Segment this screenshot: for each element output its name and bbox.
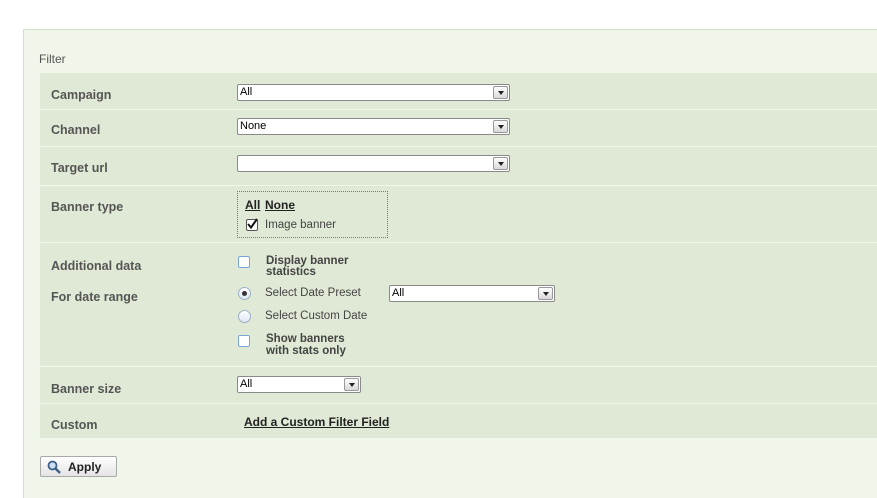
- target-url-label: Target url: [51, 161, 108, 175]
- campaign-label: Campaign: [51, 88, 112, 102]
- custom-date-radio[interactable]: [238, 310, 251, 323]
- apply-button[interactable]: Apply: [40, 456, 117, 477]
- date-preset-select[interactable]: All: [389, 285, 555, 302]
- date-preset-label: Select Date Preset: [265, 287, 361, 299]
- banner-size-select[interactable]: All: [237, 376, 361, 393]
- banner-size-label: Banner size: [51, 382, 122, 396]
- chevron-down-icon: [344, 378, 359, 391]
- image-banner-checkbox[interactable]: [246, 218, 258, 231]
- banner-type-group: All None Image banner: [237, 191, 388, 238]
- image-banner-label: Image banner: [265, 219, 336, 231]
- chevron-down-icon: [538, 287, 553, 300]
- banner-type-all-link[interactable]: All: [245, 198, 260, 212]
- custom-row: Custom Add a Custom Filter Field: [40, 404, 877, 439]
- additional-data-label: Additional data: [51, 259, 142, 273]
- chevron-down-icon: [493, 157, 508, 170]
- radio-selected-dot: [242, 291, 247, 296]
- banner-size-select-value: All: [240, 378, 253, 390]
- show-banners-label-line2: with stats only: [266, 345, 346, 357]
- campaign-row: Campaign All: [40, 73, 877, 110]
- channel-select[interactable]: None: [237, 118, 510, 135]
- additional-data-row: Additional data For date range Display b…: [40, 243, 877, 367]
- display-stats-checkbox[interactable]: [238, 256, 250, 268]
- date-range-label: For date range: [51, 290, 138, 304]
- channel-row: Channel None: [40, 110, 877, 147]
- date-preset-select-value: All: [392, 287, 405, 299]
- show-banners-checkbox[interactable]: [238, 335, 250, 347]
- show-banners-label-line1: Show banners: [266, 333, 345, 345]
- banner-size-row: Banner size All: [40, 367, 877, 404]
- banner-type-label: Banner type: [51, 200, 124, 214]
- banner-type-none-link[interactable]: None: [265, 198, 295, 212]
- apply-button-label: Apply: [68, 460, 102, 474]
- campaign-select[interactable]: All: [237, 84, 510, 101]
- target-url-select[interactable]: [237, 155, 510, 172]
- channel-label: Channel: [51, 123, 101, 137]
- campaign-select-value: All: [240, 86, 253, 98]
- channel-select-value: None: [240, 120, 267, 132]
- checkmark-icon: [247, 218, 258, 230]
- chevron-down-icon: [493, 86, 508, 99]
- date-preset-radio[interactable]: [238, 287, 251, 300]
- custom-label: Custom: [51, 418, 98, 432]
- display-stats-label-line2: statistics: [266, 266, 316, 278]
- custom-date-label: Select Custom Date: [265, 310, 368, 322]
- banner-type-row: Banner type All None Image banner: [40, 186, 877, 243]
- filter-panel: Filter Campaign All Channel None Target …: [23, 29, 877, 498]
- add-custom-filter-link[interactable]: Add a Custom Filter Field: [244, 415, 389, 429]
- target-url-row: Target url: [40, 147, 877, 186]
- chevron-down-icon: [493, 120, 508, 133]
- search-icon: [47, 460, 61, 474]
- filter-title: Filter: [39, 52, 66, 66]
